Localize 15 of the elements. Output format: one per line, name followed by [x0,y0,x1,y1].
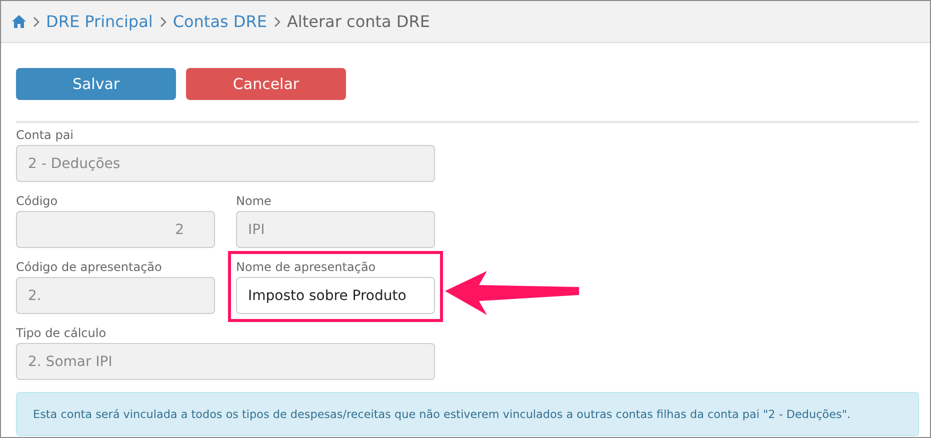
field-label: Código de apresentação [16,259,163,276]
input-field[interactable]: Imposto sobre Produto [236,277,435,314]
field-label: Conta pai [16,127,75,144]
home-icon[interactable] [12,15,26,28]
action-button[interactable]: Cancelar [186,68,346,100]
action-button[interactable]: Salvar [16,68,176,100]
breadcrumb-link[interactable]: Contas DRE [172,12,267,31]
breadcrumb-current: Alterar conta DRE [286,12,430,31]
field-label: Código [16,193,59,210]
arrow-icon [445,271,579,315]
field-label: Tipo de cálculo [16,325,108,342]
info-message: Esta conta será vinculada a todos os tipos de despesas/receitas que não estiverem vinculados a outras contas filhas da conta pai "2 - Deduções". [16,392,919,436]
field-label: Nome [236,193,272,210]
field-label: Nome de apresentação [236,259,377,276]
breadcrumb-link[interactable]: DRE Principal [46,12,153,31]
